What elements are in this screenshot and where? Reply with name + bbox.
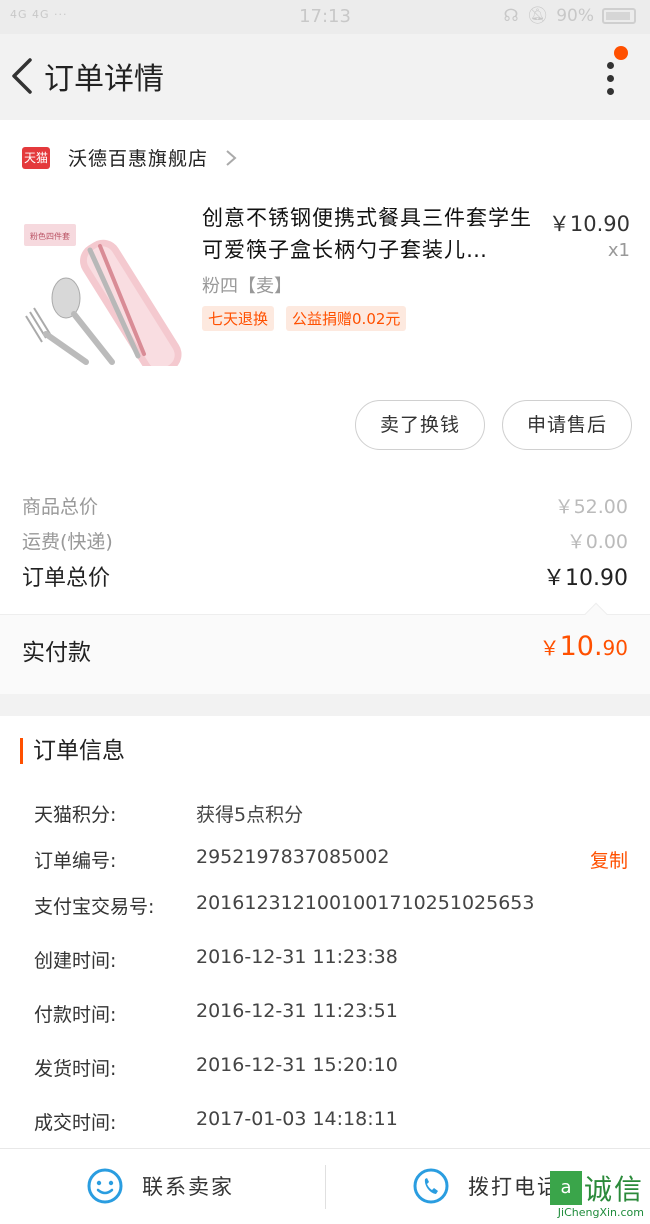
call-phone-button[interactable]: 拨打电话 bbox=[412, 1167, 560, 1205]
info-key: 发货时间: bbox=[34, 1058, 117, 1080]
info-value: 2016-12-31 11:23:51 bbox=[196, 1000, 398, 1022]
paid-notch bbox=[584, 602, 608, 626]
watermark: a 诚信 bbox=[549, 1168, 644, 1208]
paid-label: 实付款 bbox=[22, 640, 91, 666]
contact-seller-button[interactable]: 联系卖家 bbox=[86, 1167, 234, 1205]
product-sku: 粉四【麦】 bbox=[202, 276, 292, 297]
notification-dot bbox=[614, 46, 628, 60]
paid-int: 10. bbox=[559, 631, 603, 662]
info-key: 付款时间: bbox=[34, 1004, 117, 1026]
info-key: 创建时间: bbox=[34, 950, 117, 972]
order-card: 天猫 沃德百惠旗舰店 粉色四件套 创意不锈钢便携式餐具三件套学生可爱筷子盒长柄勺… bbox=[0, 120, 650, 694]
product-thumbnail[interactable]: 粉色四件套 bbox=[20, 216, 184, 376]
shipping-row: 运费(快递) ￥0.00 bbox=[22, 527, 628, 554]
thumb-label: 粉色四件套 bbox=[30, 231, 70, 241]
product-title[interactable]: 创意不锈钢便携式餐具三件套学生可爱筷子盒长柄勺子套装儿… bbox=[202, 202, 536, 266]
info-value: 2016123121001001710251025653 bbox=[196, 892, 535, 914]
info-value: 2017-01-03 14:18:11 bbox=[196, 1108, 398, 1130]
chevron-right-icon bbox=[226, 149, 237, 166]
after-sale-button[interactable]: 申请售后 bbox=[502, 400, 632, 450]
order-total-row: 订单总价 ￥10.90 bbox=[22, 560, 628, 592]
shop-name: 沃德百惠旗舰店 bbox=[68, 148, 209, 170]
order-number: 2952197837085002 bbox=[196, 846, 390, 868]
watermark-url: JiChengXin.com bbox=[557, 1206, 644, 1219]
info-key: 成交时间: bbox=[34, 1112, 117, 1134]
tag-return: 七天退换 bbox=[202, 306, 275, 331]
order-info-title: 订单信息 bbox=[20, 738, 125, 764]
goods-total-label: 商品总价 bbox=[22, 496, 99, 518]
paid-decimal: 90 bbox=[602, 636, 628, 660]
sell-button[interactable]: 卖了换钱 bbox=[355, 400, 485, 450]
info-key: 天猫积分: bbox=[34, 804, 117, 826]
info-key: 订单编号: bbox=[34, 850, 117, 872]
headset-icon: ☊ bbox=[503, 6, 519, 26]
more-vertical-icon bbox=[606, 62, 614, 69]
contact-seller-label: 联系卖家 bbox=[142, 1175, 234, 1199]
tag-charity: 公益捐赠0.02元 bbox=[286, 306, 407, 331]
order-info-card: 订单信息 天猫积分: 获得5点积分 订单编号: 2952197837085002… bbox=[0, 716, 650, 1148]
shipping-label: 运费(快递) bbox=[22, 531, 113, 553]
info-value: 2016-12-31 15:20:10 bbox=[196, 1054, 398, 1076]
product-quantity: x1 bbox=[607, 240, 630, 261]
paid-section: 实付款 ￥10.90 bbox=[0, 602, 650, 694]
chat-icon bbox=[87, 1168, 123, 1204]
mute-icon: 🔕︎ bbox=[526, 6, 549, 26]
watermark-logo: a bbox=[549, 1171, 582, 1205]
info-key: 支付宝交易号: bbox=[34, 896, 155, 918]
shop-link[interactable]: 天猫 沃德百惠旗舰店 bbox=[22, 144, 238, 171]
call-phone-label: 拨打电话 bbox=[468, 1175, 560, 1199]
paid-currency: ￥ bbox=[539, 636, 560, 660]
phone-icon bbox=[413, 1168, 449, 1204]
page-title: 订单详情 bbox=[44, 62, 164, 97]
product-image: 粉色四件套 bbox=[24, 224, 182, 376]
paid-amount: ￥10.90 bbox=[540, 631, 628, 662]
goods-total-value: ￥52.00 bbox=[554, 496, 628, 518]
info-value: 2016-12-31 11:23:38 bbox=[196, 946, 398, 968]
tmall-logo-icon: 天猫 bbox=[22, 146, 50, 169]
product-tags: 七天退换 公益捐赠0.02元 bbox=[202, 306, 407, 331]
shipping-value: ￥0.00 bbox=[566, 531, 628, 553]
back-arrow-icon bbox=[12, 58, 32, 94]
copy-button[interactable]: 复制 bbox=[590, 846, 628, 873]
watermark-text: 诚信 bbox=[583, 1173, 644, 1206]
battery-percent: 90% bbox=[556, 6, 594, 26]
order-total-label: 订单总价 bbox=[22, 566, 111, 591]
more-button[interactable] bbox=[604, 58, 616, 98]
status-bar: 4G 4G ··· 17:13 ☊ 🔕︎ 90% bbox=[0, 0, 650, 34]
status-right: ☊ 🔕︎ 90% bbox=[503, 6, 636, 26]
order-total-value: ￥10.90 bbox=[543, 566, 628, 591]
info-value: 获得5点积分 bbox=[196, 804, 304, 826]
goods-total-row: 商品总价 ￥52.00 bbox=[22, 492, 628, 519]
product-price: ￥10.90 bbox=[548, 212, 630, 236]
back-button[interactable] bbox=[8, 54, 38, 98]
navigation-bar: 订单详情 bbox=[0, 34, 650, 118]
bottom-divider bbox=[325, 1165, 326, 1209]
battery-icon bbox=[602, 8, 636, 24]
